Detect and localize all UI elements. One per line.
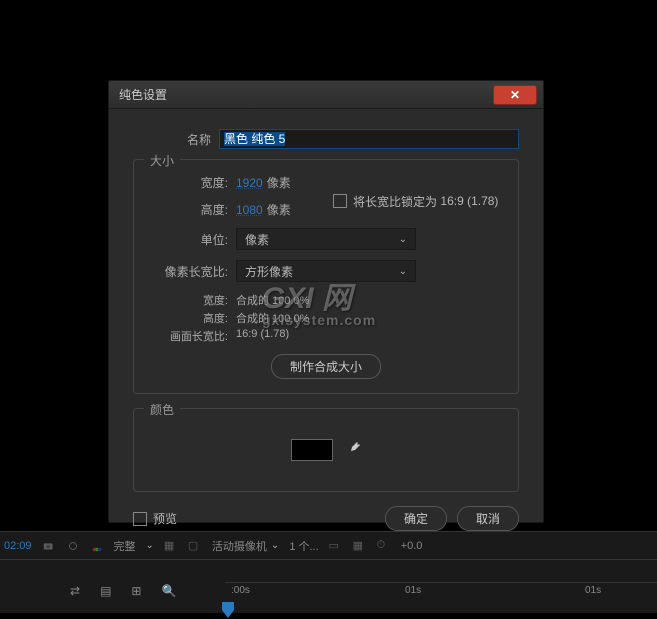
graph-icon[interactable]: ▤ [100, 584, 111, 598]
frame-aspect-value: 16:9 (1.78) [236, 328, 289, 344]
dialog-titlebar[interactable]: 纯色设置 ✕ [109, 81, 543, 109]
footer-toolbar: 02:09 完整 ⌄ ▦ ▢ 活动摄像机 ⌄ 1 个... ▭ ▦ ⏱ +0.0 [0, 531, 657, 559]
ruler-mark: 01s [585, 585, 601, 596]
preview-label: 预览 [153, 510, 177, 527]
par-dropdown[interactable]: 方形像素 ⌄ [236, 260, 416, 282]
info-width-label: 宽度: [150, 292, 236, 308]
trail-value[interactable]: +0.0 [401, 540, 423, 552]
unit-label: 单位: [150, 231, 236, 248]
frame-aspect-label: 画面长宽比: [150, 328, 236, 344]
lock-aspect-label: 将长宽比锁定为 [353, 193, 437, 210]
playhead[interactable] [221, 601, 235, 619]
eyedropper-icon[interactable] [345, 440, 361, 461]
color-fieldset: 颜色 [133, 408, 519, 492]
snapshot-icon[interactable] [66, 539, 80, 553]
info-width-value: 合成的 100.0% [236, 292, 309, 308]
height-unit: 像素 [267, 201, 291, 218]
timeline-panel: ⇄ ▤ ⊞ 🔍 :00s 01s 01s [0, 559, 657, 613]
lock-aspect-checkbox[interactable] [333, 194, 347, 208]
width-value[interactable]: 1920 [236, 176, 263, 190]
ruler-mark: 01s [405, 585, 421, 596]
dialog-title: 纯色设置 [119, 86, 493, 103]
mask-icon[interactable]: ▢ [188, 539, 202, 553]
unit-dropdown[interactable]: 像素 ⌄ [236, 228, 416, 250]
chevron-down-icon: ⌄ [146, 540, 154, 551]
info-height-value: 合成的 100.0% [236, 310, 309, 326]
time-ruler[interactable]: :00s 01s 01s [225, 582, 657, 598]
chevron-down-icon: ⌄ [271, 540, 279, 551]
view-count[interactable]: 1 个... [289, 538, 318, 554]
solid-settings-dialog: 纯色设置 ✕ 名称 黑色 纯色 5 大小 宽度: 1920 像素 高度: [108, 80, 544, 523]
size-section-title: 大小 [144, 152, 180, 169]
height-value[interactable]: 1080 [236, 203, 263, 217]
camera-icon[interactable] [42, 539, 56, 553]
chevron-down-icon: ⌄ [399, 266, 407, 277]
camera-dropdown[interactable]: 活动摄像机 ⌄ [212, 538, 279, 554]
track-toggle-icon[interactable]: ⇄ [70, 584, 80, 598]
cancel-button[interactable]: 取消 [457, 506, 519, 531]
timer-icon[interactable]: ⏱ [377, 539, 391, 553]
chevron-down-icon: ⌄ [399, 234, 407, 245]
preview-checkbox[interactable] [133, 512, 147, 526]
timecode[interactable]: 02:09 [4, 540, 32, 552]
grid-icon[interactable]: ▦ [164, 539, 178, 553]
zoom-icon[interactable]: 🔍 [161, 584, 176, 598]
width-unit: 像素 [267, 174, 291, 191]
par-label: 像素长宽比: [150, 263, 236, 280]
info-height-label: 高度: [150, 310, 236, 326]
name-label: 名称 [133, 131, 219, 148]
view-icon[interactable]: ▭ [329, 539, 343, 553]
close-button[interactable]: ✕ [493, 85, 537, 105]
lock-aspect-value: 16:9 (1.78) [440, 194, 498, 208]
color-swatch[interactable] [291, 439, 333, 461]
pixel-icon[interactable]: ▦ [353, 539, 367, 553]
color-section-title: 颜色 [144, 401, 180, 418]
switch-icon[interactable]: ⊞ [131, 584, 141, 598]
name-input[interactable]: 黑色 纯色 5 [219, 129, 519, 149]
close-icon: ✕ [510, 88, 520, 102]
ruler-mark: :00s [231, 585, 250, 596]
zoom-dropdown[interactable]: 完整 [114, 538, 136, 554]
ok-button[interactable]: 确定 [385, 506, 447, 531]
height-label: 高度: [150, 201, 236, 218]
width-label: 宽度: [150, 174, 236, 191]
make-comp-size-button[interactable]: 制作合成大小 [271, 354, 381, 379]
size-fieldset: 大小 宽度: 1920 像素 高度: 1080 像素 将长 [133, 159, 519, 394]
channel-icon[interactable] [90, 539, 104, 553]
